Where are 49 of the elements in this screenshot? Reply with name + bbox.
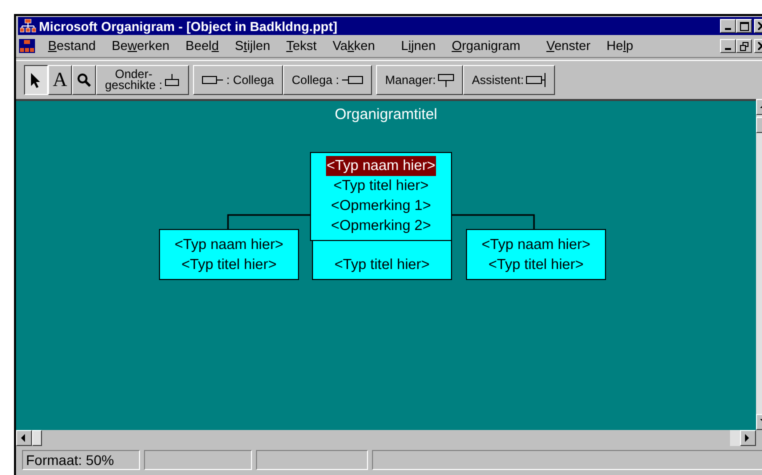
- box-text: <Typ naam hier>: [174, 236, 284, 255]
- menu-item[interactable]: Bestand: [40, 36, 104, 56]
- shape-button[interactable]: : Collega: [193, 65, 283, 95]
- minimize-button[interactable]: [720, 19, 736, 33]
- subordinate-shape-icon: [164, 74, 180, 86]
- shape-button[interactable]: Manager:: [376, 65, 463, 95]
- document-icon: [18, 38, 36, 54]
- menu-item[interactable]: Vakken: [324, 36, 383, 56]
- tool-button[interactable]: A: [48, 65, 72, 95]
- chart-title: Organigramtitel: [334, 105, 438, 125]
- menu-item[interactable]: Organigram: [444, 36, 528, 56]
- manager-shape-icon: [438, 74, 454, 86]
- org-chart-icon: [20, 19, 36, 33]
- box-text: <Typ titel hier>: [334, 256, 430, 275]
- menu-item[interactable]: Tekst: [278, 36, 325, 56]
- assistant-shape-icon: [526, 73, 546, 87]
- window-title: Microsoft Organigram - [Object in Badkldng.ppt]: [39, 20, 338, 32]
- box-text: <Opmerking 1>: [330, 197, 432, 216]
- shape-button[interactable]: Assistent:: [462, 65, 555, 95]
- box-text: <Typ naam hier>: [326, 156, 436, 176]
- box-text: <Typ titel hier>: [332, 177, 430, 196]
- menu-item[interactable]: Bewerken: [104, 36, 178, 56]
- menu-item[interactable]: Stijlen: [226, 36, 278, 56]
- scroll-right-button[interactable]: [740, 430, 756, 446]
- search-icon: [77, 73, 91, 87]
- status-field: Formaat: 50%: [22, 450, 140, 470]
- minimize-button[interactable]: [720, 39, 736, 53]
- coworker-shape-icon: [341, 76, 364, 84]
- tool-button[interactable]: [24, 65, 48, 95]
- maximize-button[interactable]: [736, 19, 752, 33]
- box-text: <Typ naam hier>: [482, 236, 590, 255]
- restore-button[interactable]: [736, 39, 752, 53]
- menu-item[interactable]: Beeld: [178, 36, 227, 56]
- box-text: <Typ titel hier>: [181, 256, 277, 275]
- pointer-icon: [30, 72, 42, 88]
- box-text: <Opmerking 2>: [330, 217, 432, 236]
- scroll-track-end: [730, 430, 740, 446]
- shape-button[interactable]: Collega :: [282, 65, 372, 95]
- box-text: <Typ titel hier>: [488, 256, 584, 275]
- shape-button[interactable]: Onder- geschikte :: [96, 65, 190, 95]
- scroll-thumb[interactable]: [32, 430, 42, 446]
- menu-item[interactable]: Help: [598, 36, 642, 56]
- menu-item[interactable]: Venster: [538, 36, 598, 56]
- scroll-left-button[interactable]: [16, 430, 32, 446]
- menu-item[interactable]: Lijnen: [392, 36, 444, 56]
- maximize-icon: [740, 22, 748, 30]
- restore-icon: [740, 42, 748, 50]
- text-tool-label: A: [52, 70, 68, 90]
- coworker-shape-icon: [202, 76, 224, 84]
